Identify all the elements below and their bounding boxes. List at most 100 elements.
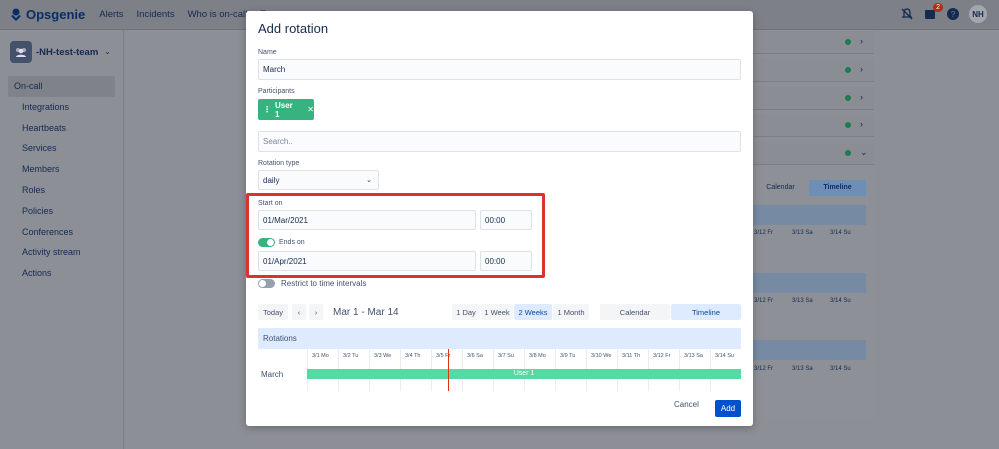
- chevron-right-icon: ›: [860, 92, 863, 102]
- sidebar-item-activity-stream[interactable]: Activity stream: [8, 242, 115, 263]
- chevron-right-icon: ›: [860, 36, 863, 46]
- participant-chip[interactable]: ⋮ User 1 ✕: [258, 99, 314, 120]
- bg-date-row: 3/12 Fr 3/13 Sa 3/14 Su: [752, 230, 866, 236]
- sidebar-item-members[interactable]: Members: [8, 159, 115, 180]
- background-view-tabs: Calendar Timeline: [752, 180, 866, 196]
- span-2-weeks-button[interactable]: 2 Weeks: [514, 304, 552, 320]
- bg-date: 3/14 Su: [830, 230, 851, 236]
- timeline-date: 3/12 Fr: [648, 349, 679, 367]
- timeline-date: 3/9 Tu: [555, 349, 586, 367]
- participants-label: Participants: [258, 88, 295, 95]
- bell-off-icon[interactable]: [900, 7, 914, 21]
- timeline-date: 3/14 Su: [710, 349, 741, 367]
- prev-button[interactable]: ‹: [292, 304, 306, 320]
- schedule-row[interactable]: ›: [752, 87, 874, 110]
- help-icon[interactable]: ?: [946, 7, 960, 21]
- next-button[interactable]: ›: [309, 304, 323, 320]
- sidebar-item-heartbeats[interactable]: Heartbeats: [8, 118, 115, 139]
- sidebar-item-roles[interactable]: Roles: [8, 180, 115, 201]
- date-range-label: Mar 1 - Mar 14: [333, 307, 399, 318]
- nav-who-is-on-call[interactable]: Who is on-call: [188, 0, 248, 30]
- chevron-right-icon: ›: [860, 119, 863, 129]
- add-button[interactable]: Add: [715, 400, 741, 417]
- rotation-type-value: daily: [263, 175, 280, 185]
- rotation-type-select[interactable]: daily ⌄: [258, 170, 379, 190]
- bg-date: 3/12 Fr: [754, 230, 774, 236]
- current-time-line: [448, 349, 449, 391]
- timeline-band: [752, 273, 866, 293]
- schedule-row[interactable]: ›: [752, 31, 874, 54]
- bg-date: 3/13 Sa: [792, 366, 813, 372]
- opsgenie-logo[interactable]: Opsgenie: [10, 7, 85, 22]
- notifications-button[interactable]: 2: [923, 3, 943, 21]
- name-label: Name: [258, 49, 277, 56]
- timeline-date: 3/7 Su: [493, 349, 524, 367]
- timeline-date: 3/13 Sa: [679, 349, 710, 367]
- participant-search-input[interactable]: Search..: [258, 131, 741, 152]
- rotation-name: March: [261, 370, 284, 379]
- schedule-row-expanded[interactable]: ⌄: [752, 142, 874, 165]
- add-rotation-modal: Add rotation Name March Participants ⋮ U…: [246, 11, 753, 426]
- top-right-tools: 2 ? NH: [900, 3, 987, 23]
- sidebar-list: On-call Integrations Heartbeats Services…: [0, 76, 123, 284]
- bg-date-row: 3/12 Fr 3/13 Sa 3/14 Su: [752, 298, 866, 304]
- timeline-date: 3/10 We: [586, 349, 617, 367]
- sidebar-item-integrations[interactable]: Integrations: [8, 97, 115, 118]
- participant-chip-label: User 1: [275, 100, 293, 119]
- notification-badge: 2: [933, 3, 943, 12]
- timeline-date: 3/8 Mo: [524, 349, 555, 367]
- bg-date: 3/13 Sa: [792, 230, 813, 236]
- brand-name: Opsgenie: [26, 7, 86, 22]
- timeline-band: [752, 340, 866, 360]
- bg-date: 3/12 Fr: [754, 298, 774, 304]
- restrict-toggle[interactable]: [258, 279, 275, 288]
- timeline-date: 3/6 Sa: [462, 349, 493, 367]
- name-input[interactable]: March: [258, 59, 741, 80]
- svg-text:?: ?: [951, 10, 956, 19]
- sidebar-item-conferences[interactable]: Conferences: [8, 222, 115, 243]
- status-dot: [845, 95, 851, 101]
- chevron-down-icon[interactable]: ⌄: [104, 47, 111, 56]
- drag-handle-icon[interactable]: ⋮: [263, 105, 271, 114]
- timeline-view-button[interactable]: Timeline: [671, 304, 741, 320]
- opsgenie-logo-icon: [11, 8, 21, 21]
- rotation-bar[interactable]: User 1: [307, 369, 741, 379]
- toggle-knob: [259, 280, 266, 287]
- timeline-date: 3/1 Mo: [307, 349, 338, 367]
- sidebar-item-policies[interactable]: Policies: [8, 201, 115, 222]
- timeline-date: 3/5 Fr: [431, 349, 462, 367]
- schedule-row[interactable]: ›: [752, 114, 874, 137]
- sidebar-item-on-call[interactable]: On-call: [8, 76, 115, 97]
- nav-incidents[interactable]: Incidents: [137, 0, 175, 30]
- bg-date: 3/14 Su: [830, 366, 851, 372]
- bg-tab-calendar[interactable]: Calendar: [752, 180, 809, 196]
- status-dot: [845, 122, 851, 128]
- status-dot: [845, 150, 851, 156]
- nav-alerts[interactable]: Alerts: [99, 0, 123, 30]
- timeline-date: 3/3 We: [369, 349, 400, 367]
- chevron-down-icon: ⌄: [860, 147, 868, 157]
- span-1-month-button[interactable]: 1 Month: [553, 304, 589, 320]
- schedule-row[interactable]: ›: [752, 59, 874, 82]
- restrict-label: Restrict to time intervals: [281, 279, 367, 288]
- calendar-view-button[interactable]: Calendar: [600, 304, 670, 320]
- timeline-date: 3/4 Th: [400, 349, 431, 367]
- team-name: -NH-test-team: [36, 46, 99, 58]
- user-avatar[interactable]: NH: [969, 5, 987, 23]
- team-people-icon: [16, 48, 26, 57]
- sidebar-item-services[interactable]: Services: [8, 138, 115, 159]
- sidebar-item-actions[interactable]: Actions: [8, 263, 115, 284]
- span-1-week-button[interactable]: 1 Week: [481, 304, 513, 320]
- rotations-header: Rotations: [258, 328, 741, 349]
- bg-tab-timeline[interactable]: Timeline: [809, 180, 866, 196]
- sidebar: -NH-test-team ⌄ On-call Integrations Hea…: [0, 30, 124, 449]
- span-1-day-button[interactable]: 1 Day: [452, 304, 480, 320]
- bg-date-row: 3/12 Fr 3/13 Sa 3/14 Su: [752, 366, 866, 372]
- team-avatar: [10, 41, 32, 63]
- timeline-date: 3/11 Th: [617, 349, 648, 367]
- chevron-down-icon: ⌄: [366, 177, 372, 184]
- cancel-button[interactable]: Cancel: [674, 400, 699, 409]
- today-button[interactable]: Today: [258, 304, 288, 320]
- remove-icon[interactable]: ✕: [307, 105, 314, 114]
- highlight-box: [246, 193, 545, 278]
